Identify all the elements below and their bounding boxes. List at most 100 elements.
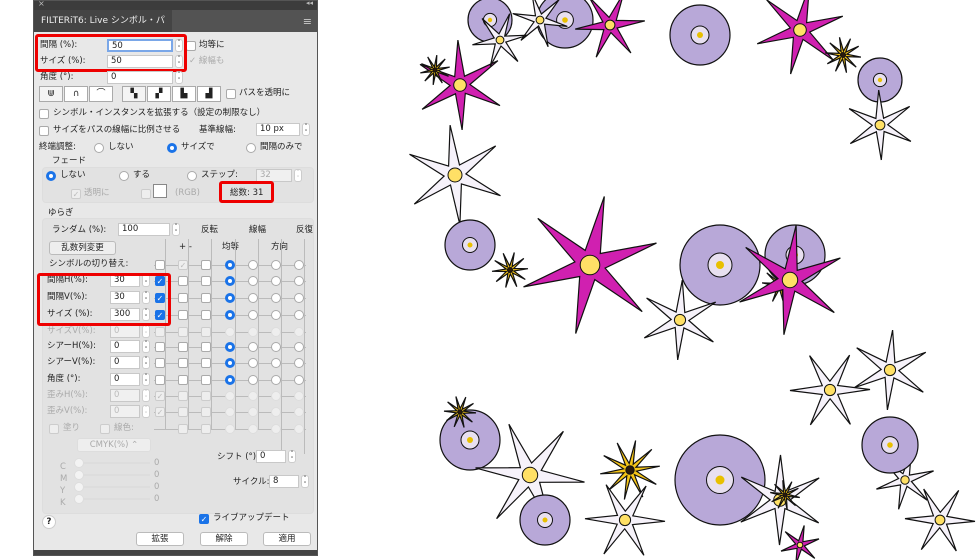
jitter-equal-radio[interactable] [225, 327, 235, 337]
fade-color-swatch[interactable] [153, 184, 167, 198]
shift-stepper[interactable]: ˄ ˅ [288, 450, 296, 464]
jitter-equal-radio[interactable] [225, 342, 235, 352]
fade-step-stepper[interactable]: ˄ ˅ [294, 169, 302, 183]
jitter-plusminus-checkbox[interactable] [178, 276, 188, 286]
equal-checkbox[interactable] [186, 41, 196, 51]
jitter-row-input[interactable]: 0 [110, 340, 140, 353]
release-button[interactable]: 解除 [200, 532, 248, 546]
jitter-equal-radio[interactable] [225, 407, 235, 417]
arc-inner-icon[interactable]: ⋓ [39, 86, 63, 102]
jitter-option-radio[interactable] [294, 375, 304, 385]
jitter-option-radio[interactable] [271, 310, 281, 320]
live-update-checkbox[interactable]: ✓ [199, 514, 209, 524]
jitter-plusminus-checkbox[interactable] [178, 327, 188, 337]
jitter-option-radio[interactable] [248, 293, 258, 303]
jitter-row-stepper[interactable]: ˄ ˅ [142, 405, 150, 419]
jitter-equal-radio[interactable] [225, 391, 235, 401]
jitter-flip-checkbox[interactable] [201, 358, 211, 368]
base-stroke-input[interactable]: 10 px [256, 123, 300, 136]
color-option-radio[interactable] [271, 424, 281, 434]
jitter-row-input[interactable]: 0 [110, 373, 140, 386]
random-stepper[interactable]: ˄ ˅ [172, 223, 180, 237]
angle-input[interactable]: 0 [107, 71, 173, 84]
stack-order-1-icon[interactable]: ▚ [122, 86, 146, 102]
fade-none-radio[interactable] [46, 171, 56, 181]
stroke-color-checkbox[interactable] [100, 424, 110, 434]
switch-plusminus-checkbox[interactable]: ✓ [178, 260, 188, 270]
shift-input[interactable]: 0 [256, 450, 286, 463]
channel-slider-thumb[interactable] [74, 458, 84, 468]
jitter-option-radio[interactable] [294, 276, 304, 286]
jitter-option-radio[interactable] [294, 358, 304, 368]
jitter-option-radio[interactable] [271, 407, 281, 417]
end-none-radio[interactable] [94, 143, 104, 153]
reseed-button[interactable]: 乱数列変更 [49, 241, 116, 255]
switch-option-radio[interactable] [271, 260, 281, 270]
channel-slider-track[interactable] [78, 486, 150, 488]
color-option-checkbox[interactable] [178, 424, 188, 434]
transparent-path-checkbox[interactable] [226, 89, 236, 99]
jitter-flip-checkbox[interactable] [201, 327, 211, 337]
jitter-plusminus-checkbox[interactable] [178, 375, 188, 385]
jitter-option-radio[interactable] [248, 310, 258, 320]
arc-upright-icon[interactable]: ∩ [64, 86, 88, 102]
jitter-row-input[interactable]: 0 [110, 325, 140, 338]
jitter-equal-radio[interactable] [225, 276, 235, 286]
jitter-option-radio[interactable] [248, 391, 258, 401]
jitter-enable-checkbox[interactable] [155, 358, 165, 368]
color-option-radio[interactable] [248, 424, 258, 434]
channel-slider-track[interactable] [78, 498, 150, 500]
jitter-equal-radio[interactable] [225, 358, 235, 368]
color-option-radio[interactable] [294, 424, 304, 434]
apply-button[interactable]: 適用 [263, 532, 311, 546]
jitter-row-stepper[interactable]: ˄ ˅ [142, 389, 150, 403]
jitter-row-stepper[interactable]: ˄ ˅ [142, 325, 150, 339]
jitter-option-radio[interactable] [294, 310, 304, 320]
jitter-row-input[interactable]: 0 [110, 405, 140, 418]
switch-equal-radio[interactable] [225, 260, 235, 270]
fade-color-checkbox[interactable] [141, 189, 151, 199]
jitter-option-radio[interactable] [248, 342, 258, 352]
channel-slider-track[interactable] [78, 474, 150, 476]
jitter-option-radio[interactable] [271, 358, 281, 368]
jitter-option-radio[interactable] [271, 276, 281, 286]
jitter-option-radio[interactable] [271, 327, 281, 337]
jitter-row-stepper[interactable]: ˄ ˅ [142, 356, 150, 370]
jitter-option-radio[interactable] [294, 407, 304, 417]
color-option-radio[interactable] [225, 424, 235, 434]
jitter-flip-checkbox[interactable] [201, 276, 211, 286]
jitter-plusminus-checkbox[interactable] [178, 358, 188, 368]
angle-stepper[interactable]: ˄ ˅ [175, 71, 183, 85]
switch-option-radio[interactable] [294, 260, 304, 270]
jitter-row-stepper[interactable]: ˄ ˅ [142, 340, 150, 354]
stack-order-3-icon[interactable]: ▙ [172, 86, 196, 102]
expand-button[interactable]: 拡張 [136, 532, 184, 546]
jitter-option-radio[interactable] [248, 358, 258, 368]
switch-option-radio[interactable] [248, 260, 258, 270]
channel-slider-track[interactable] [78, 462, 150, 464]
jitter-option-radio[interactable] [271, 342, 281, 352]
jitter-enable-checkbox[interactable] [155, 342, 165, 352]
fill-checkbox[interactable] [49, 424, 59, 434]
jitter-flip-checkbox[interactable] [201, 375, 211, 385]
jitter-option-radio[interactable] [248, 276, 258, 286]
color-mode-select[interactable]: CMYK(%) ⌃ [77, 438, 151, 452]
arc-outer-icon[interactable]: ⌒ [89, 86, 113, 102]
cycle-input[interactable]: 8 [269, 475, 299, 488]
jitter-option-radio[interactable] [271, 391, 281, 401]
color-option-checkbox[interactable] [201, 424, 211, 434]
jitter-flip-checkbox[interactable] [201, 293, 211, 303]
jitter-enable-checkbox[interactable]: ✓ [155, 407, 165, 417]
jitter-flip-checkbox[interactable] [201, 310, 211, 320]
jitter-enable-checkbox[interactable] [155, 375, 165, 385]
jitter-row-input[interactable]: 0 [110, 389, 140, 402]
menu-icon[interactable]: ≡ [303, 15, 312, 28]
jitter-row-stepper[interactable]: ˄ ˅ [142, 373, 150, 387]
base-stroke-stepper[interactable]: ˄ ˅ [302, 123, 310, 137]
channel-slider-thumb[interactable] [74, 482, 84, 492]
jitter-plusminus-checkbox[interactable] [178, 391, 188, 401]
collapse-icon[interactable]: ◂◂ [306, 0, 313, 7]
jitter-equal-radio[interactable] [225, 310, 235, 320]
expand-instance-checkbox[interactable] [39, 109, 49, 119]
jitter-option-radio[interactable] [271, 375, 281, 385]
